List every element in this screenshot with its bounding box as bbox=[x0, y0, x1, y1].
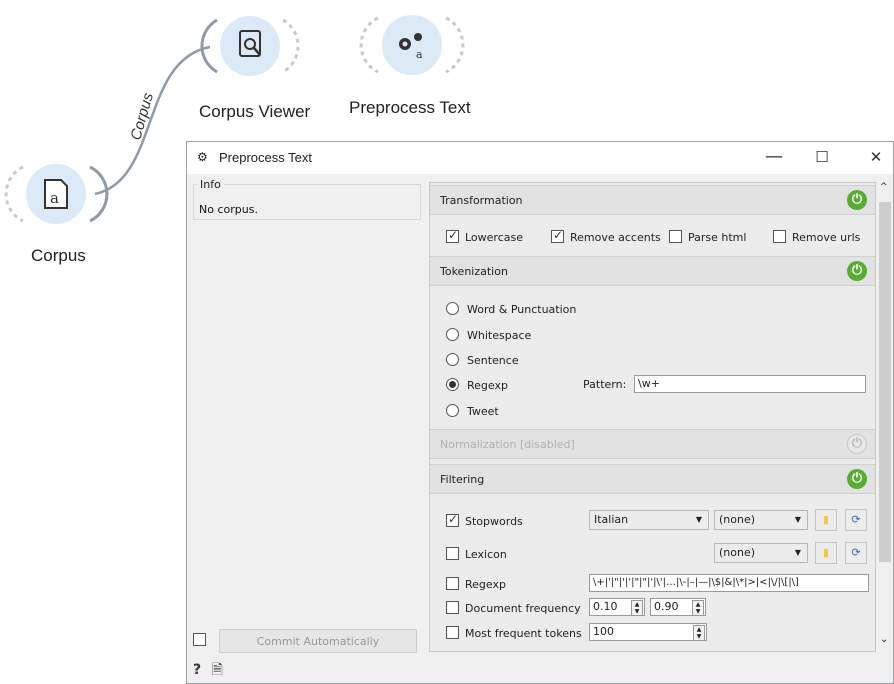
pattern-label: Pattern: bbox=[583, 378, 627, 391]
normalization-power-icon[interactable]: ⏻ bbox=[847, 434, 867, 454]
report-icon[interactable]: 🗎 bbox=[212, 662, 223, 678]
whitespace-option[interactable]: Whitespace bbox=[446, 328, 531, 342]
filtering-header[interactable]: Filtering ⏻ bbox=[430, 464, 875, 494]
maximize-button[interactable]: ☐ bbox=[807, 146, 837, 170]
regexp-token-radio[interactable] bbox=[446, 378, 459, 391]
stopwords-option[interactable]: Stopwords bbox=[446, 512, 523, 528]
scroll-thumb[interactable] bbox=[879, 202, 891, 562]
vertical-scrollbar[interactable]: ^ ⌄ bbox=[878, 182, 892, 652]
doc-freq-min-spinbox[interactable]: 0.10 ▲ ▼ bbox=[589, 598, 645, 616]
most-frequent-spinbox[interactable]: 100 ▲ ▼ bbox=[589, 623, 707, 641]
spinner-arrows-icon[interactable]: ▲ ▼ bbox=[693, 625, 705, 641]
most-frequent-checkbox[interactable] bbox=[446, 626, 459, 639]
parse-html-option[interactable]: Parse html bbox=[669, 230, 746, 244]
svg-text:a: a bbox=[50, 189, 59, 207]
sentence-option[interactable]: Sentence bbox=[446, 353, 519, 367]
help-icon[interactable]: ? bbox=[193, 662, 201, 678]
regexp-filter-checkbox[interactable] bbox=[446, 577, 459, 590]
corpus-viewer-label: Corpus Viewer bbox=[199, 102, 311, 121]
chevron-down-icon: ▼ bbox=[695, 515, 702, 524]
word-punct-radio[interactable] bbox=[446, 302, 459, 315]
info-caption: Info bbox=[197, 178, 224, 191]
remove-accents-option[interactable]: Remove accents bbox=[551, 228, 661, 244]
minimize-button[interactable]: — bbox=[759, 146, 789, 170]
regexp-filter-option[interactable]: Regexp bbox=[446, 577, 506, 591]
pattern-input[interactable]: \w+ bbox=[634, 375, 866, 393]
corpus-label: Corpus bbox=[31, 246, 86, 265]
stopwords-language-select[interactable]: Italian ▼ bbox=[589, 510, 709, 530]
corpus-viewer-node[interactable] bbox=[200, 16, 300, 76]
window-title: Preprocess Text bbox=[219, 150, 312, 165]
commit-button[interactable]: Commit Automatically bbox=[219, 629, 417, 653]
tweet-radio[interactable] bbox=[446, 404, 459, 417]
remove-urls-checkbox[interactable] bbox=[773, 230, 786, 243]
reload-icon: ⟳ bbox=[851, 546, 861, 559]
preprocess-text-label: Preprocess Text bbox=[349, 98, 471, 117]
lexicon-checkbox[interactable] bbox=[446, 547, 459, 560]
preprocess-text-window: ⚙ Preprocess Text — ☐ ✕ Info No corpus. … bbox=[186, 141, 894, 684]
remove-urls-option[interactable]: Remove urls bbox=[773, 230, 860, 244]
gears-icon: ⚙ bbox=[197, 150, 208, 164]
whitespace-radio[interactable] bbox=[446, 328, 459, 341]
svg-text:a: a bbox=[416, 48, 423, 61]
word-punct-option[interactable]: Word & Punctuation bbox=[446, 302, 576, 316]
tokenization-title: Tokenization bbox=[440, 265, 508, 278]
stopwords-checkbox[interactable] bbox=[446, 512, 459, 527]
title-bar[interactable]: ⚙ Preprocess Text — ☐ ✕ bbox=[187, 142, 893, 174]
folder-icon: ▮ bbox=[822, 546, 830, 559]
corpus-node[interactable]: a bbox=[4, 164, 109, 224]
lexicon-file-select[interactable]: (none) ▼ bbox=[714, 543, 808, 563]
commit-auto-checkbox[interactable] bbox=[193, 633, 206, 646]
close-button[interactable]: ✕ bbox=[861, 146, 891, 170]
bottom-bar: ? 🗎 bbox=[193, 659, 223, 683]
spinner-arrows-icon[interactable]: ▲ ▼ bbox=[692, 600, 704, 616]
remove-accents-checkbox[interactable] bbox=[551, 228, 564, 243]
filtering-power-icon[interactable]: ⏻ bbox=[847, 469, 867, 489]
scroll-up-icon[interactable]: ^ bbox=[880, 182, 888, 192]
normalization-title: Normalization [disabled] bbox=[440, 438, 575, 451]
reload-icon: ⟳ bbox=[851, 513, 861, 526]
folder-icon: ▮ bbox=[822, 513, 830, 526]
stopwords-reload-button[interactable]: ⟳ bbox=[845, 509, 867, 531]
tokenization-header[interactable]: Tokenization ⏻ bbox=[430, 256, 875, 286]
doc-freq-max-spinbox[interactable]: 0.90 ▲ ▼ bbox=[650, 598, 706, 616]
preprocess-panel: Transformation ⏻ Lowercase Remove accent… bbox=[429, 182, 876, 652]
transformation-power-icon[interactable]: ⏻ bbox=[847, 190, 867, 210]
lexicon-option[interactable]: Lexicon bbox=[446, 547, 507, 561]
filtering-title: Filtering bbox=[440, 473, 485, 486]
chevron-down-icon: ▼ bbox=[794, 548, 801, 557]
stopwords-file-select[interactable]: (none) ▼ bbox=[714, 510, 808, 530]
regexp-token-option[interactable]: Regexp bbox=[446, 378, 508, 392]
info-text: No corpus. bbox=[199, 203, 258, 216]
stopwords-browse-button[interactable]: ▮ bbox=[815, 509, 837, 531]
tokenization-power-icon[interactable]: ⏻ bbox=[847, 261, 867, 281]
lowercase-option[interactable]: Lowercase bbox=[446, 228, 523, 244]
spinner-arrows-icon[interactable]: ▲ ▼ bbox=[631, 600, 643, 616]
sentence-radio[interactable] bbox=[446, 353, 459, 366]
tweet-option[interactable]: Tweet bbox=[446, 404, 499, 418]
transformation-title: Transformation bbox=[440, 194, 523, 207]
normalization-header[interactable]: Normalization [disabled] ⏻ bbox=[430, 429, 875, 459]
most-frequent-option[interactable]: Most frequent tokens bbox=[446, 626, 582, 640]
lexicon-reload-button[interactable]: ⟳ bbox=[845, 542, 867, 564]
regexp-filter-input[interactable]: \+|'|"|'|'|"|"|'|\'|…|\-|–|—|\$|&|\*|>|<… bbox=[589, 574, 869, 592]
lexicon-browse-button[interactable]: ▮ bbox=[815, 542, 837, 564]
preprocess-text-node[interactable]: a bbox=[359, 15, 465, 75]
lowercase-checkbox[interactable] bbox=[446, 228, 459, 243]
parse-html-checkbox[interactable] bbox=[669, 230, 682, 243]
scroll-down-icon[interactable]: ⌄ bbox=[880, 634, 888, 645]
transformation-header[interactable]: Transformation ⏻ bbox=[430, 185, 875, 215]
doc-freq-checkbox[interactable] bbox=[446, 601, 459, 614]
chevron-down-icon: ▼ bbox=[794, 515, 801, 524]
doc-freq-option[interactable]: Document frequency bbox=[446, 601, 581, 615]
